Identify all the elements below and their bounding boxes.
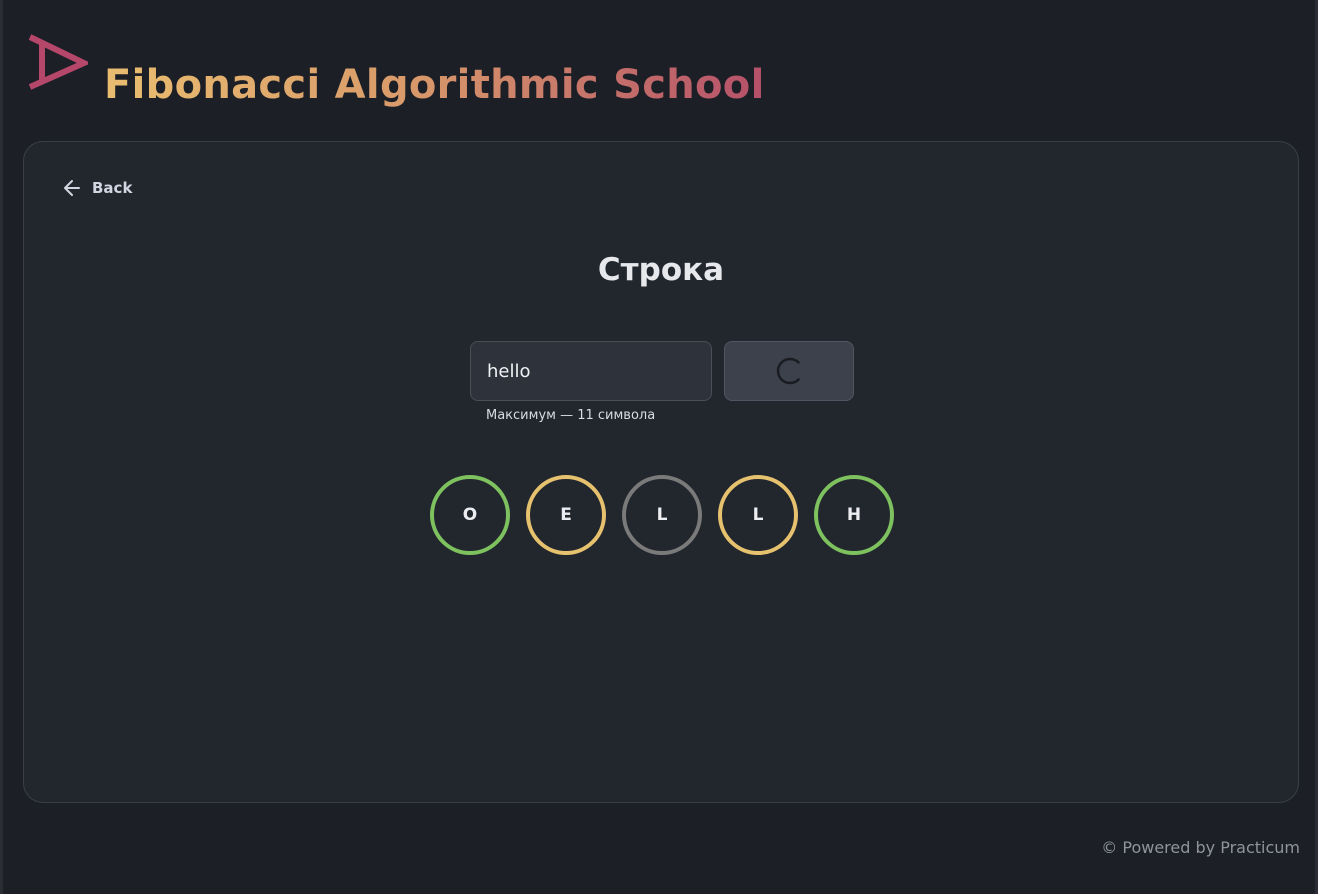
letter-circle: O (430, 475, 510, 555)
page-title: Строка (597, 252, 725, 288)
letters-row: OELLH (430, 475, 894, 555)
back-button[interactable]: Back (62, 178, 132, 198)
letter-circle: H (814, 475, 894, 555)
main-card: Back Строка Максимум — 11 символа OELLH (23, 141, 1299, 803)
spinner-icon (776, 357, 800, 385)
letter-circle: E (526, 475, 606, 555)
fibonacci-logo-icon (28, 34, 88, 90)
window-edge-left (0, 0, 3, 894)
app-title: Fibonacci Algorithmic School (104, 62, 765, 108)
input-hint: Максимум — 11 символа (486, 408, 656, 423)
footer-credit: © Powered by Practicum (1101, 838, 1300, 857)
arrow-left-icon (64, 180, 80, 196)
reverse-button[interactable] (724, 341, 854, 401)
letter-circle: L (622, 475, 702, 555)
back-label: Back (92, 179, 133, 197)
letter-circle: L (718, 475, 798, 555)
string-input[interactable] (470, 341, 712, 401)
